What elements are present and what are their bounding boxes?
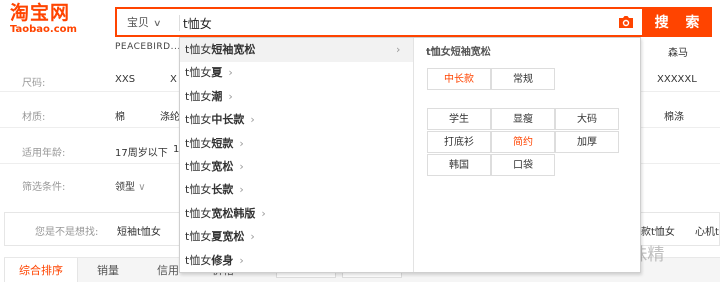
search-type-label: 宝贝 — [127, 16, 149, 29]
suggestion-suffix: 短袖宽松 — [211, 43, 256, 56]
suggestion-item[interactable]: t恤女短款 › — [180, 132, 413, 156]
filter-label: 筛选条件: — [22, 182, 66, 193]
suggestion-suffix: 修身 — [211, 253, 234, 267]
search-input[interactable] — [183, 12, 603, 34]
brand-row-cut: PEACEBIRD... — [115, 42, 181, 52]
chevron-right-icon: › — [396, 43, 401, 56]
search-divider — [179, 15, 180, 31]
filter-dropdown-collar[interactable]: 领型 ∨ — [115, 178, 146, 193]
chevron-right-icon: › — [239, 136, 244, 150]
suggestion-suffix: 潮 — [211, 89, 223, 103]
attribute-chip[interactable]: 打底衫 — [427, 131, 491, 153]
filter-value[interactable]: XXXXXL — [657, 74, 697, 85]
suggestion-suffix: 长款 — [211, 183, 234, 197]
filter-value[interactable]: 17周岁以下 — [115, 144, 168, 159]
taobao-logo[interactable]: 淘宝网 Taobao.com — [10, 2, 92, 38]
chevron-right-icon: › — [250, 230, 255, 244]
chevron-down-icon: ∨ — [138, 182, 146, 193]
attribute-chip[interactable]: 常规 — [491, 68, 555, 90]
suggestion-prefix: t恤女 — [185, 253, 212, 267]
attribute-chip[interactable]: 学生 — [427, 108, 491, 130]
suggestion-item[interactable]: t恤女潮 › — [180, 85, 413, 109]
filter-label: 适用年龄: — [22, 148, 66, 159]
suggestion-prefix: t恤女 — [185, 160, 212, 173]
attribute-chip[interactable]: 韩国 — [427, 154, 491, 176]
suggestion-item[interactable]: t恤女夏宽松 › — [180, 225, 413, 249]
attribute-chip[interactable]: 口袋 — [491, 154, 555, 176]
filter-value[interactable]: 棉涤 — [664, 108, 684, 123]
chevron-right-icon: › — [261, 206, 266, 220]
attribute-chip[interactable]: 大码 — [555, 108, 619, 130]
filter-label: 尺码: — [22, 78, 46, 89]
chevron-right-icon: › — [239, 160, 244, 173]
suggestion-item[interactable]: t恤女中长款 › — [180, 108, 413, 132]
suggestion-prefix: t恤女 — [185, 136, 212, 150]
search-suggestion-dropdown: t恤女短袖宽松 › t恤女夏 › t恤女潮 › t恤女中长款 › t恤女短款 › t恤女宽松 › t恤女… — [179, 37, 641, 273]
suggestion-prefix: t恤女 — [185, 89, 212, 103]
did-you-mean-label: 您是不是想找: — [35, 227, 99, 238]
suggestion-suffix: 宽松 — [211, 160, 234, 173]
suggestion-list: t恤女短袖宽松 › t恤女夏 › t恤女潮 › t恤女中长款 › t恤女短款 › t恤女宽松 › t恤女… — [180, 38, 414, 272]
panel-title: t恤女短袖宽松 — [426, 47, 491, 58]
chevron-right-icon: › — [228, 89, 233, 103]
suggestion-item[interactable]: t恤女长款 › — [180, 178, 413, 202]
chevron-right-icon: › — [228, 66, 233, 80]
search-button[interactable]: 搜 索 — [642, 7, 712, 37]
suggestion-item[interactable]: t恤女短袖宽松 › — [180, 38, 413, 62]
attribute-chip[interactable]: 简约 — [491, 131, 555, 153]
logo-chinese: 淘宝网 — [10, 2, 71, 24]
brand-right[interactable]: 森马 — [668, 44, 688, 59]
chevron-right-icon: › — [239, 183, 244, 197]
suggestion-suffix: 夏 — [211, 66, 223, 80]
suggestion-prefix: t恤女 — [185, 206, 212, 220]
suggestion-item[interactable]: t恤女宽松韩版 › — [180, 202, 413, 226]
header: 淘宝网 Taobao.com 宝贝 ∨ 搜 索 — [0, 0, 720, 42]
suggestion-prefix: t恤女 — [185, 66, 212, 80]
filter-value[interactable]: 棉 — [115, 108, 125, 123]
suggest-link[interactable]: 款t恤女 — [641, 223, 675, 238]
attribute-chip[interactable]: 显瘦 — [491, 108, 555, 130]
chevron-down-icon: ∨ — [153, 19, 162, 29]
logo-english: Taobao.com — [10, 24, 77, 35]
chevron-right-icon: › — [239, 253, 244, 267]
suggestion-suffix: 宽松韩版 — [211, 206, 256, 220]
filter-value[interactable]: XXS — [115, 74, 135, 85]
suggestion-item[interactable]: t恤女修身 › — [180, 249, 413, 273]
suggestion-prefix: t恤女 — [185, 183, 212, 197]
attribute-chip[interactable]: 中长款 — [427, 68, 491, 90]
camera-icon[interactable] — [618, 15, 634, 29]
suggestion-detail-panel: t恤女短袖宽松 中长款 常规 学生 显瘦 大码打底衫 简约 加厚韩国 口袋 — [416, 38, 640, 272]
suggestion-prefix: t恤女 — [185, 43, 212, 56]
chevron-right-icon: › — [250, 113, 255, 127]
tab-sales[interactable]: 销量 — [78, 258, 138, 282]
suggest-link[interactable]: 短袖t恤女 — [117, 223, 161, 238]
filter-value[interactable]: X — [170, 74, 177, 85]
suggestion-prefix: t恤女 — [185, 113, 212, 127]
suggestion-item[interactable]: t恤女宽松 › — [180, 155, 413, 179]
filter-value[interactable]: 涤纶 — [160, 108, 180, 123]
suggestion-suffix: 中长款 — [211, 113, 245, 127]
search-box: 宝贝 ∨ — [115, 7, 642, 37]
tab-default-sort[interactable]: 综合排序 — [4, 258, 78, 282]
suggest-link[interactable]: 心机t — [695, 223, 719, 238]
filter-label: 材质: — [22, 112, 46, 123]
suggestion-suffix: 短款 — [211, 136, 234, 150]
suggestion-suffix: 夏宽松 — [211, 230, 245, 244]
search-type-select[interactable]: 宝贝 ∨ — [127, 14, 162, 32]
filter-value: 领型 — [115, 182, 135, 193]
attribute-chip[interactable]: 加厚 — [555, 131, 619, 153]
suggestion-prefix: t恤女 — [185, 230, 212, 244]
suggestion-item[interactable]: t恤女夏 › — [180, 61, 413, 85]
